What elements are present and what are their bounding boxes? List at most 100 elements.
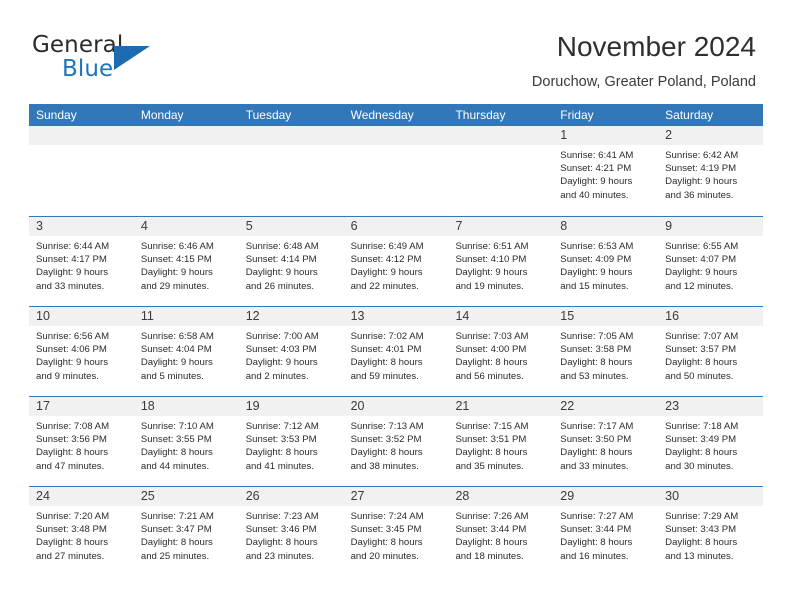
day-number: 26 (245, 489, 260, 503)
sunrise-text: Sunrise: 7:12 AM (245, 421, 319, 432)
day-cell[interactable]: 25 Sunrise: 7:21 AM Sunset: 3:47 PM Dayl… (133, 487, 239, 576)
day-cell[interactable]: 8 Sunrise: 6:53 AM Sunset: 4:09 PM Dayli… (553, 217, 659, 306)
day-cell[interactable] (343, 126, 449, 216)
day-cell[interactable]: 21 Sunrise: 7:15 AM Sunset: 3:51 PM Dayl… (448, 397, 554, 486)
sunrise-text: Sunrise: 7:13 AM (350, 421, 424, 432)
day-cell[interactable]: 9 Sunrise: 6:55 AM Sunset: 4:07 PM Dayli… (658, 217, 764, 306)
day-number: 27 (350, 489, 365, 503)
day-cell[interactable]: 26 Sunrise: 7:23 AM Sunset: 3:46 PM Dayl… (238, 487, 344, 576)
day-number (29, 128, 36, 142)
day-cell[interactable] (133, 126, 239, 216)
week-row: 24 Sunrise: 7:20 AM Sunset: 3:48 PM Dayl… (29, 486, 764, 576)
day-details (344, 145, 449, 149)
sunrise-text: Sunrise: 7:26 AM (455, 511, 529, 522)
day-number-band: 2 (658, 126, 764, 145)
day-details: Sunrise: 6:44 AM Sunset: 4:17 PM Dayligh… (29, 236, 134, 293)
sunrise-text: Sunrise: 6:56 AM (36, 331, 110, 342)
day-details: Sunrise: 7:05 AM Sunset: 3:58 PM Dayligh… (553, 326, 658, 383)
day-cell[interactable]: 24 Sunrise: 7:20 AM Sunset: 3:48 PM Dayl… (29, 487, 134, 576)
day-number: 8 (560, 219, 568, 233)
brand-logo[interactable]: General Blue (32, 32, 222, 88)
day-number-band: 23 (658, 397, 764, 416)
daylight-text-line1: Daylight: 8 hours (350, 447, 423, 459)
day-cell[interactable]: 3 Sunrise: 6:44 AM Sunset: 4:17 PM Dayli… (29, 217, 134, 306)
sunset-text: Sunset: 3:44 PM (560, 524, 632, 536)
day-cell[interactable]: 22 Sunrise: 7:17 AM Sunset: 3:50 PM Dayl… (553, 397, 659, 486)
daylight-text-line2: and 26 minutes. (245, 280, 314, 292)
day-cell[interactable]: 20 Sunrise: 7:13 AM Sunset: 3:52 PM Dayl… (343, 397, 449, 486)
day-cell[interactable]: 29 Sunrise: 7:27 AM Sunset: 3:44 PM Dayl… (553, 487, 659, 576)
day-number: 15 (560, 309, 575, 323)
sunset-text: Sunset: 3:49 PM (665, 434, 737, 446)
day-cell[interactable]: 28 Sunrise: 7:26 AM Sunset: 3:44 PM Dayl… (448, 487, 554, 576)
weekday-friday: Friday (560, 108, 594, 122)
day-number-band: 30 (658, 487, 764, 506)
day-cell[interactable]: 15 Sunrise: 7:05 AM Sunset: 3:58 PM Dayl… (553, 307, 659, 396)
sunset-text: Sunset: 3:57 PM (665, 344, 737, 356)
day-cell[interactable]: 5 Sunrise: 6:48 AM Sunset: 4:14 PM Dayli… (238, 217, 344, 306)
day-cell[interactable]: 13 Sunrise: 7:02 AM Sunset: 4:01 PM Dayl… (343, 307, 449, 396)
sunrise-text: Sunrise: 6:51 AM (455, 241, 529, 252)
day-cell[interactable] (29, 126, 134, 216)
sunset-text: Sunset: 4:07 PM (665, 254, 737, 266)
daylight-text-line1: Daylight: 8 hours (560, 357, 633, 369)
day-number (239, 128, 246, 142)
sunset-text: Sunset: 3:45 PM (350, 524, 422, 536)
daylight-text-line1: Daylight: 8 hours (455, 447, 528, 459)
day-cell[interactable]: 6 Sunrise: 6:49 AM Sunset: 4:12 PM Dayli… (343, 217, 449, 306)
day-details: Sunrise: 7:13 AM Sunset: 3:52 PM Dayligh… (344, 416, 449, 473)
week-row: 10 Sunrise: 6:56 AM Sunset: 4:06 PM Dayl… (29, 306, 764, 396)
day-number-band (238, 126, 344, 145)
daylight-text-line1: Daylight: 8 hours (245, 447, 318, 459)
sunrise-text: Sunrise: 7:17 AM (560, 421, 634, 432)
day-cell[interactable]: 27 Sunrise: 7:24 AM Sunset: 3:45 PM Dayl… (343, 487, 449, 576)
sunset-text: Sunset: 3:47 PM (140, 524, 212, 536)
day-cell[interactable]: 12 Sunrise: 7:00 AM Sunset: 4:03 PM Dayl… (238, 307, 344, 396)
sunset-text: Sunset: 4:10 PM (455, 254, 527, 266)
day-cell[interactable]: 18 Sunrise: 7:10 AM Sunset: 3:55 PM Dayl… (133, 397, 239, 486)
day-cell[interactable]: 1 Sunrise: 6:41 AM Sunset: 4:21 PM Dayli… (553, 126, 659, 216)
day-cell[interactable] (238, 126, 344, 216)
day-number: 6 (350, 219, 358, 233)
day-number (134, 128, 141, 142)
sunrise-text: Sunrise: 6:55 AM (665, 241, 739, 252)
day-details (29, 145, 134, 149)
week-row: 1 Sunrise: 6:41 AM Sunset: 4:21 PM Dayli… (29, 126, 764, 216)
daylight-text-line1: Daylight: 8 hours (560, 447, 633, 459)
page-header: General Blue November 2024 Doruchow, Gre… (0, 0, 792, 100)
page-subtitle: Doruchow, Greater Poland, Poland (531, 74, 756, 90)
day-number: 11 (140, 309, 154, 323)
day-details: Sunrise: 6:55 AM Sunset: 4:07 PM Dayligh… (658, 236, 763, 293)
day-cell[interactable] (448, 126, 554, 216)
day-details: Sunrise: 7:07 AM Sunset: 3:57 PM Dayligh… (658, 326, 763, 383)
sunset-text: Sunset: 4:06 PM (36, 344, 107, 356)
day-cell[interactable]: 17 Sunrise: 7:08 AM Sunset: 3:56 PM Dayl… (29, 397, 134, 486)
sunrise-text: Sunrise: 7:15 AM (455, 421, 529, 432)
daylight-text-line1: Daylight: 9 hours (560, 176, 633, 188)
daylight-text-line2: and 5 minutes. (140, 370, 204, 382)
day-cell[interactable]: 2 Sunrise: 6:42 AM Sunset: 4:19 PM Dayli… (658, 126, 764, 216)
day-number-band: 10 (29, 307, 134, 326)
day-cell[interactable]: 19 Sunrise: 7:12 AM Sunset: 3:53 PM Dayl… (238, 397, 344, 486)
day-cell[interactable]: 16 Sunrise: 7:07 AM Sunset: 3:57 PM Dayl… (658, 307, 764, 396)
daylight-text-line2: and 38 minutes. (350, 460, 419, 472)
day-number: 28 (455, 489, 470, 503)
daylight-text-line1: Daylight: 9 hours (350, 267, 423, 279)
day-number-band: 19 (238, 397, 344, 416)
day-number (344, 128, 351, 142)
weekday-saturday: Saturday (665, 108, 714, 122)
day-cell[interactable]: 10 Sunrise: 6:56 AM Sunset: 4:06 PM Dayl… (29, 307, 134, 396)
day-cell[interactable]: 14 Sunrise: 7:03 AM Sunset: 4:00 PM Dayl… (448, 307, 554, 396)
day-number: 3 (36, 219, 43, 233)
day-cell[interactable]: 11 Sunrise: 6:58 AM Sunset: 4:04 PM Dayl… (133, 307, 239, 396)
daylight-text-line1: Daylight: 9 hours (140, 267, 213, 279)
day-cell[interactable]: 30 Sunrise: 7:29 AM Sunset: 3:43 PM Dayl… (658, 487, 764, 576)
day-cell[interactable]: 7 Sunrise: 6:51 AM Sunset: 4:10 PM Dayli… (448, 217, 554, 306)
daylight-text-line1: Daylight: 8 hours (140, 447, 213, 459)
day-cell[interactable]: 4 Sunrise: 6:46 AM Sunset: 4:15 PM Dayli… (133, 217, 239, 306)
day-number-band: 27 (343, 487, 449, 506)
sunrise-text: Sunrise: 6:44 AM (36, 241, 110, 252)
day-cell[interactable]: 23 Sunrise: 7:18 AM Sunset: 3:49 PM Dayl… (658, 397, 764, 486)
title-block: November 2024 Doruchow, Greater Poland, … (532, 30, 756, 91)
daylight-text-line2: and 12 minutes. (665, 280, 734, 292)
